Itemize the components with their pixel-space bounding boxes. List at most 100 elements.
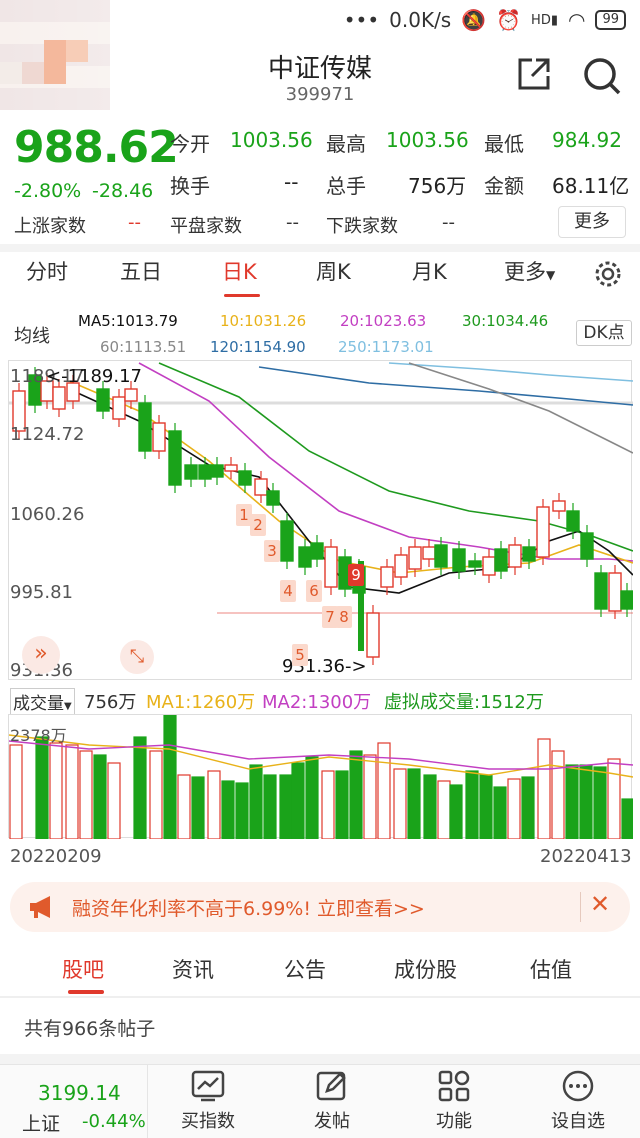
breadth-up-label: 上涨家数 (14, 216, 86, 237)
banner-text: 融资年化利率不高于6.99%! 立即查看>> (72, 898, 425, 920)
breadth-down-label: 下跌家数 (326, 216, 398, 237)
hd-signal-icon: HD▮ (531, 12, 558, 28)
volume-bar (221, 780, 235, 840)
close-icon[interactable]: ✕ (590, 890, 610, 918)
volume-bar (177, 774, 191, 840)
volume-bar (305, 756, 319, 840)
active-subtab-indicator (68, 990, 104, 994)
grid-apps-icon (438, 1070, 470, 1102)
index-ticker[interactable]: 3199.14 上证 -0.44% (0, 1065, 148, 1138)
volume-bar (593, 766, 607, 840)
candle (536, 506, 550, 558)
candle (184, 464, 198, 480)
dk-tag-3[interactable]: 3 (264, 540, 280, 562)
date-start: 20220209 (10, 846, 102, 867)
stat-low: 最低 (484, 132, 524, 156)
candle (394, 554, 408, 578)
change-abs: -28.46 (92, 180, 154, 202)
ma10-legend: 10:1031.26 (220, 312, 307, 330)
expand-left-icon[interactable]: » (22, 636, 60, 674)
volume-bar (537, 738, 551, 840)
banner-divider (580, 892, 581, 922)
alarm-icon: ⏰ (496, 8, 522, 32)
post-label: 发帖 (314, 1111, 350, 1132)
volume-bar (363, 754, 377, 840)
volume-bar (551, 750, 565, 840)
y-label-2: 1060.26 (10, 504, 85, 525)
candle (112, 396, 126, 420)
candle (298, 546, 312, 568)
tab-news[interactable]: 资讯 (172, 954, 214, 984)
high-marker: <-1189.17 (46, 366, 143, 387)
dk-tag-2[interactable]: 2 (250, 514, 266, 536)
sub-tabs: 股吧 资讯 公告 成份股 估值 (0, 954, 640, 994)
share-icon[interactable] (516, 56, 556, 96)
tab-forum[interactable]: 股吧 (62, 954, 104, 984)
tab-constituents[interactable]: 成份股 (394, 954, 457, 984)
candle (408, 546, 422, 570)
dk-tag-8[interactable]: 8 (336, 606, 352, 628)
buy-index-button[interactable]: 买指数 (158, 1069, 258, 1133)
functions-label: 功能 (436, 1111, 472, 1132)
y-label-1: 1124.72 (10, 424, 85, 445)
stat-amount: 金额 (484, 174, 524, 198)
kline-chart[interactable] (8, 360, 634, 680)
volume-bar (235, 782, 249, 840)
search-icon[interactable] (582, 56, 622, 96)
candle (52, 386, 66, 410)
functions-button[interactable]: 功能 (404, 1069, 504, 1133)
stat-turnover-value: -- (284, 170, 299, 194)
tab-five-day[interactable]: 五日 (120, 256, 162, 286)
dk-tag-4[interactable]: 4 (280, 580, 296, 602)
volume-bar (93, 754, 107, 840)
volume-bar (607, 758, 621, 840)
tab-announcements[interactable]: 公告 (284, 954, 326, 984)
virtual-volume: 虚拟成交量:1512万 (384, 692, 544, 713)
tab-weekly-k[interactable]: 周K (316, 256, 351, 286)
stat-turnover: 换手 (170, 174, 210, 198)
volume-top-label: 2378万 (10, 726, 67, 745)
candle (124, 388, 138, 402)
stat-volume-value: 756万 (408, 174, 467, 198)
edit-icon (316, 1071, 346, 1101)
fullscreen-icon[interactable]: ⤡ (120, 640, 154, 674)
ma60-legend: 60:1113.51 (100, 338, 187, 356)
tab-more[interactable]: 更多▼ (504, 256, 555, 286)
ma5-legend: MA5:1013.79 (78, 312, 178, 330)
dk-tag-9[interactable]: 9 (348, 564, 364, 586)
promo-banner[interactable]: 融资年化利率不高于6.99%! 立即查看>> ✕ (10, 882, 630, 932)
volume-bar (133, 736, 147, 840)
ma20-legend: 20:1023.63 (340, 312, 427, 330)
gear-icon[interactable] (594, 260, 622, 293)
volume-bar (621, 798, 635, 840)
volume-bar (479, 774, 493, 840)
ma120-legend: 120:1154.90 (210, 338, 306, 356)
tab-daily-k[interactable]: 日K (222, 256, 257, 286)
dk-point-button[interactable]: DK点 (576, 320, 632, 346)
volume-selector[interactable]: 成交量▼ (10, 688, 75, 715)
volume-bar (291, 762, 305, 840)
candle (324, 546, 338, 588)
stat-open: 今开 (170, 132, 210, 156)
tab-valuation[interactable]: 估值 (530, 954, 572, 984)
dk-tag-6[interactable]: 6 (306, 580, 322, 602)
more-button[interactable]: 更多 (558, 206, 626, 238)
add-watchlist-button[interactable]: 设自选 (528, 1069, 628, 1133)
post-button[interactable]: 发帖 (282, 1069, 382, 1133)
tab-intraday[interactable]: 分时 (26, 256, 68, 286)
volume-ma2: MA2:1300万 (262, 692, 372, 713)
candle (468, 560, 482, 568)
add-watchlist-label: 设自选 (551, 1111, 605, 1132)
volume-bar (407, 768, 421, 840)
candle (552, 500, 566, 512)
volume-bar (507, 778, 521, 840)
volume-ma1: MA1:1260万 (146, 692, 256, 713)
dk-tag-5[interactable]: 5 (292, 644, 308, 666)
candle (280, 520, 294, 562)
tab-monthly-k[interactable]: 月K (412, 256, 447, 286)
ma-label: 均线 (14, 326, 50, 347)
caret-down-icon: ▼ (64, 701, 72, 712)
volume-bar (493, 786, 507, 840)
candle (168, 430, 182, 486)
battery-icon: 99 (595, 10, 626, 30)
